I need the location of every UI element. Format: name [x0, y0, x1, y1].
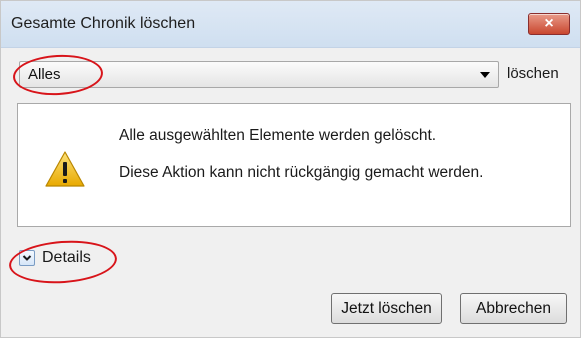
- close-button[interactable]: ×: [528, 13, 570, 35]
- clear-now-button[interactable]: Jetzt löschen: [331, 293, 442, 324]
- dropdown-arrow-icon: [480, 72, 490, 78]
- warning-message-line-1: Alle ausgewählten Elemente werden gelösc…: [119, 127, 437, 144]
- warning-icon: [45, 151, 85, 187]
- warning-message-line-2: Diese Aktion kann nicht rückgängig gemac…: [119, 164, 484, 181]
- cancel-button[interactable]: Abbrechen: [460, 293, 567, 324]
- details-expand-button[interactable]: [19, 250, 35, 266]
- title-bar: Gesamte Chronik löschen ×: [1, 1, 580, 48]
- close-icon: ×: [544, 15, 554, 32]
- time-range-value: Alles: [28, 66, 61, 83]
- time-range-suffix: löschen: [507, 65, 559, 82]
- time-range-select[interactable]: Alles: [19, 61, 499, 88]
- details-label[interactable]: Details: [42, 249, 91, 267]
- clear-history-dialog: Gesamte Chronik löschen × Alles löschen …: [0, 0, 581, 338]
- chevron-down-icon: [22, 255, 32, 261]
- dialog-title: Gesamte Chronik löschen: [11, 15, 196, 32]
